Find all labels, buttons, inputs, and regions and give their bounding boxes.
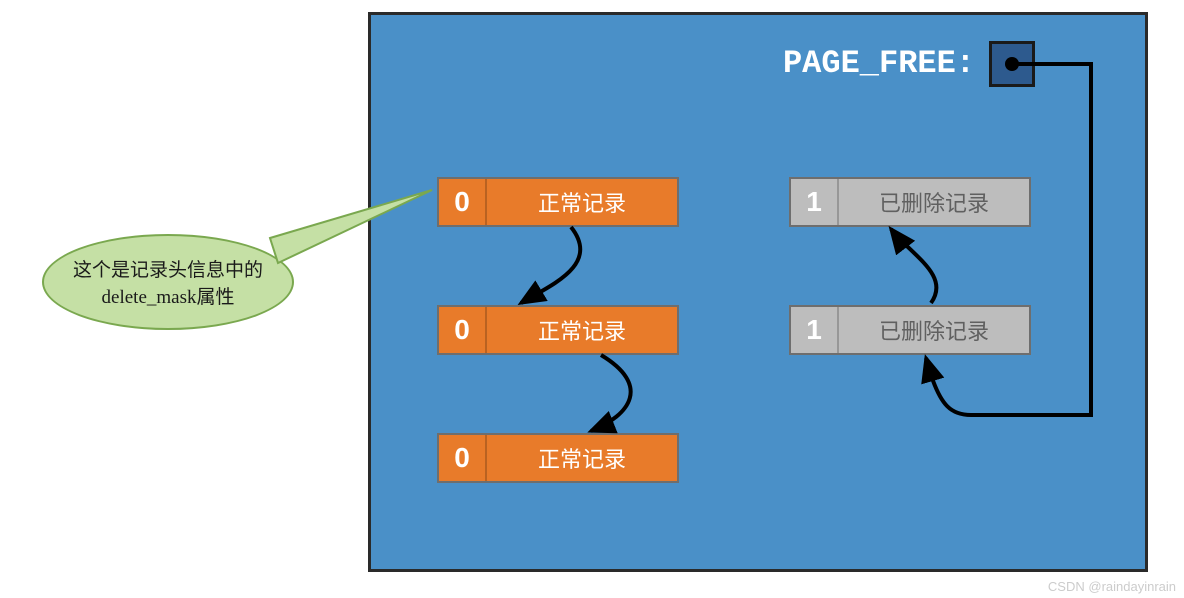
deleted-record-1: 1 已删除记录: [789, 177, 1031, 227]
delete-mask-value: 1: [791, 179, 839, 225]
callout-line1: 这个是记录头信息中的: [73, 255, 263, 282]
arrow-r2-to-r3: [371, 15, 1151, 575]
normal-record-3: 0 正常记录: [437, 433, 679, 483]
page-free-pointer-box: [989, 41, 1035, 87]
watermark-text: CSDN @raindayinrain: [1048, 579, 1176, 594]
arrow-free-to-d2: [371, 15, 1151, 575]
record-label: 正常记录: [487, 435, 677, 481]
delete-mask-value: 0: [439, 307, 487, 353]
callout-bubble: 这个是记录头信息中的 delete_mask属性: [42, 234, 294, 330]
delete-mask-value: 1: [791, 307, 839, 353]
record-label: 已删除记录: [839, 307, 1029, 353]
normal-record-2: 0 正常记录: [437, 305, 679, 355]
diagram-container: PAGE_FREE: 0 正常记录 0 正常记录 0 正常记录 1 已删除记录 …: [368, 12, 1148, 572]
callout-line2: delete_mask属性: [102, 282, 235, 309]
deleted-record-2: 1 已删除记录: [789, 305, 1031, 355]
delete-mask-value: 0: [439, 179, 487, 225]
record-label: 正常记录: [487, 179, 677, 225]
delete-mask-value: 0: [439, 435, 487, 481]
record-label: 正常记录: [487, 307, 677, 353]
arrow-d2-to-d1: [371, 15, 1151, 575]
page-free-label: PAGE_FREE:: [783, 45, 975, 82]
normal-record-1: 0 正常记录: [437, 177, 679, 227]
record-label: 已删除记录: [839, 179, 1029, 225]
pointer-dot-icon: [1005, 57, 1019, 71]
arrow-r1-to-r2: [371, 15, 1151, 575]
